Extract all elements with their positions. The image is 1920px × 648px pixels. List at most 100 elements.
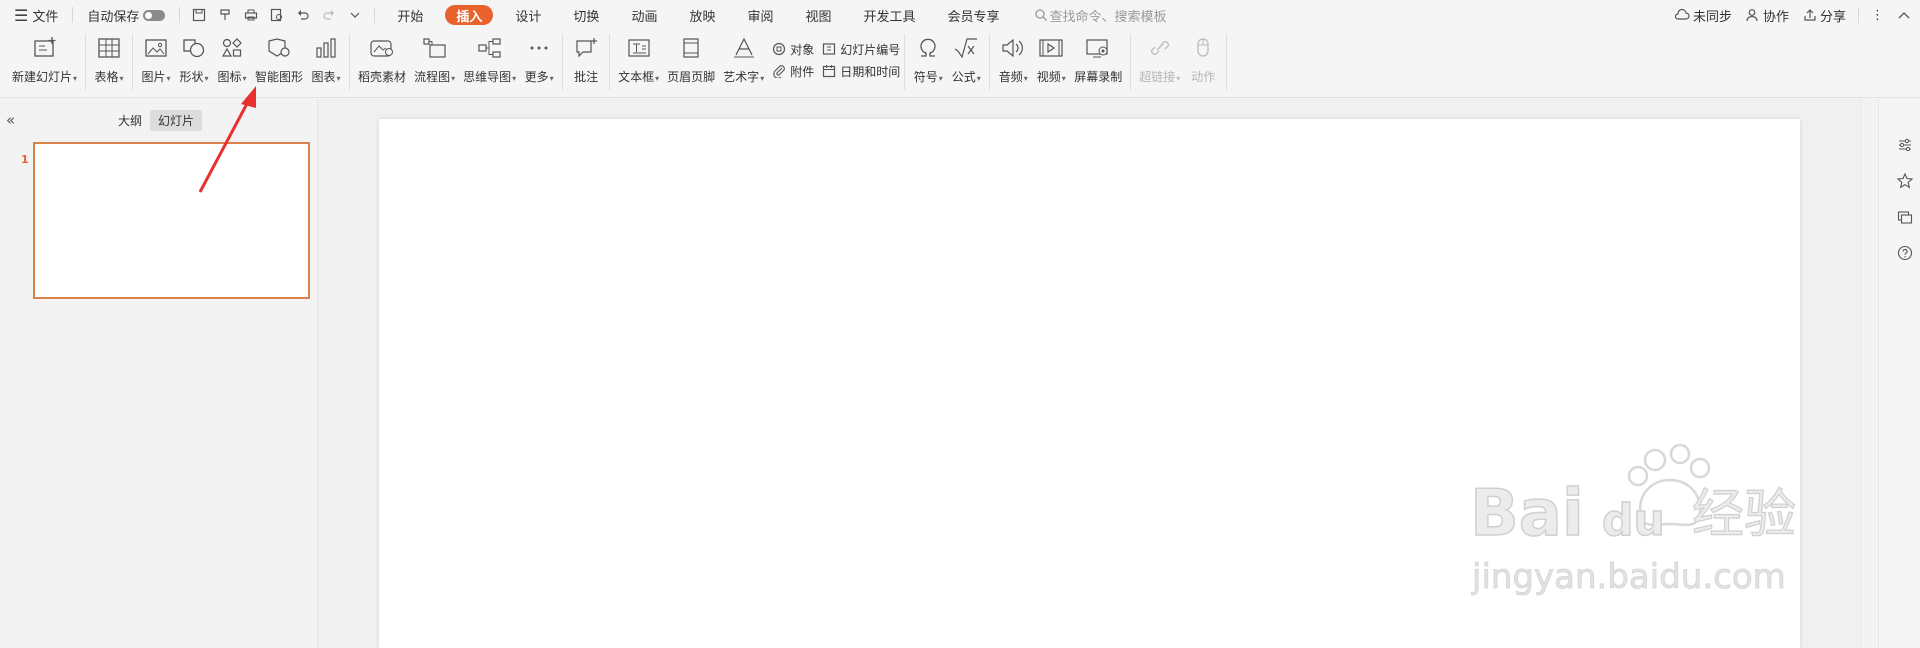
screen-record-label: 屏幕录制 xyxy=(1074,70,1123,84)
collapse-panel-icon[interactable]: « xyxy=(6,111,15,129)
mouse-icon xyxy=(1188,34,1218,62)
screen-record-button[interactable]: 屏幕录制 xyxy=(1070,30,1126,92)
more-dots-icon xyxy=(524,34,554,62)
smartart-label: 智能图形 xyxy=(255,70,304,84)
divider xyxy=(72,7,74,23)
flowchart-label: 流程图 xyxy=(414,70,451,84)
new-slide-button[interactable]: 新建幻灯片▾ xyxy=(8,30,81,92)
formula-label: 公式 xyxy=(951,70,976,84)
tab-animation[interactable]: 动画 xyxy=(621,0,667,30)
more-options-icon[interactable]: ⋮ xyxy=(1871,8,1884,23)
object-label: 对象 xyxy=(790,42,815,57)
shape-button[interactable]: 形状▾ xyxy=(175,30,213,92)
divider xyxy=(609,34,611,90)
table-icon xyxy=(94,34,124,62)
date-time-button[interactable]: 日期和时间 xyxy=(822,60,900,82)
chart-button[interactable]: 图表▾ xyxy=(307,30,345,92)
cloud-icon xyxy=(1674,8,1690,20)
table-button[interactable]: 表格▾ xyxy=(90,30,128,92)
speaker-icon xyxy=(998,34,1028,62)
link-icon xyxy=(1145,34,1175,62)
command-search[interactable]: 查找命令、搜索模板 xyxy=(1034,6,1167,25)
action-label: 动作 xyxy=(1191,70,1216,84)
symbol-button[interactable]: 符号▾ xyxy=(909,30,947,92)
header-footer-button[interactable]: 页眉页脚 xyxy=(663,30,719,92)
slide-number-button[interactable]: 幻灯片编号 xyxy=(822,38,900,60)
video-button[interactable]: 视频▾ xyxy=(1032,30,1070,92)
shape-icon xyxy=(179,34,209,62)
hamburger-icon: ☰ xyxy=(14,5,29,25)
chart-label: 图表 xyxy=(311,70,336,84)
share-icon xyxy=(1804,9,1816,21)
icon-library-label: 图标 xyxy=(217,70,242,84)
formula-button[interactable]: 公式▾ xyxy=(947,30,985,92)
collab-button[interactable]: 协作 xyxy=(1746,6,1789,25)
smartart-button[interactable]: 智能图形 xyxy=(251,30,307,92)
tab-outline[interactable]: 大纲 xyxy=(110,110,150,131)
picture-icon xyxy=(141,34,171,62)
editing-canvas xyxy=(319,99,1859,648)
more-button[interactable]: 更多▾ xyxy=(520,30,558,92)
collapse-ribbon-icon[interactable] xyxy=(1898,11,1910,19)
undo-icon[interactable] xyxy=(295,7,311,23)
flowchart-button[interactable]: 流程图▾ xyxy=(410,30,459,92)
smartart-icon xyxy=(264,34,294,62)
autosave-toggle[interactable]: 自动保存 xyxy=(79,0,173,30)
customize-toolbar-icon[interactable] xyxy=(347,7,363,23)
share-button[interactable]: 分享 xyxy=(1803,6,1846,25)
mindmap-icon xyxy=(475,34,505,62)
tab-transition[interactable]: 切换 xyxy=(563,0,609,30)
search-icon xyxy=(1034,9,1047,21)
material-button[interactable]: 稻壳素材 xyxy=(354,30,410,92)
mindmap-button[interactable]: 思维导图▾ xyxy=(459,30,520,92)
tab-developer[interactable]: 开发工具 xyxy=(854,0,926,30)
material-label: 稻壳素材 xyxy=(358,70,407,84)
object-button[interactable]: 对象 xyxy=(772,38,814,60)
help-icon[interactable] xyxy=(1895,243,1915,263)
hyperlink-button[interactable]: 超链接▾ xyxy=(1135,30,1184,92)
new-slide-label: 新建幻灯片 xyxy=(12,70,73,84)
redo-icon[interactable] xyxy=(321,7,337,23)
save-icon[interactable] xyxy=(191,7,207,23)
format-painter-icon[interactable] xyxy=(217,7,233,23)
divider xyxy=(904,34,906,90)
slide-number-label: 幻灯片编号 xyxy=(840,42,901,57)
print-icon[interactable] xyxy=(243,7,259,23)
symbol-label: 符号 xyxy=(913,70,938,84)
wordart-button[interactable]: 艺术字▾ xyxy=(719,30,768,92)
tab-insert[interactable]: 插入 xyxy=(445,5,494,25)
divider xyxy=(1226,34,1228,90)
video-label: 视频 xyxy=(1036,70,1061,84)
slide-canvas[interactable] xyxy=(379,119,1800,648)
transition-pane-icon[interactable] xyxy=(1895,207,1915,227)
sync-button[interactable]: 未同步 xyxy=(1674,6,1732,25)
tab-design[interactable]: 设计 xyxy=(505,0,551,30)
vertical-scrollbar[interactable] xyxy=(1861,99,1879,648)
textbox-button[interactable]: 文本框▾ xyxy=(614,30,663,92)
tab-slides[interactable]: 幻灯片 xyxy=(150,110,203,131)
object-icon xyxy=(773,42,786,56)
comment-label: 批注 xyxy=(574,70,599,84)
slide-number: 1 xyxy=(21,153,29,166)
sync-label: 未同步 xyxy=(1692,9,1732,25)
icon-library-button[interactable]: 图标▾ xyxy=(213,30,251,92)
action-button[interactable]: 动作 xyxy=(1184,30,1222,92)
slide-panel: « 大纲 幻灯片 1 xyxy=(0,99,318,648)
file-menu-label: 文件 xyxy=(32,9,59,25)
slide-number-date-group: 幻灯片编号 日期和时间 xyxy=(822,30,900,92)
tab-member[interactable]: 会员专享 xyxy=(938,0,1010,30)
attachment-button[interactable]: 附件 xyxy=(772,60,814,82)
slide-thumbnail[interactable] xyxy=(33,142,310,299)
picture-button[interactable]: 图片▾ xyxy=(137,30,175,92)
tab-slideshow[interactable]: 放映 xyxy=(679,0,725,30)
tab-view[interactable]: 视图 xyxy=(795,0,841,30)
file-menu[interactable]: ☰ 文件 xyxy=(0,0,66,30)
tab-review[interactable]: 审阅 xyxy=(737,0,783,30)
properties-icon[interactable] xyxy=(1895,135,1915,155)
animation-pane-icon[interactable] xyxy=(1895,171,1915,191)
textbox-icon xyxy=(624,34,654,62)
comment-button[interactable]: 批注 xyxy=(567,30,605,92)
audio-button[interactable]: 音频▾ xyxy=(994,30,1032,92)
tab-home[interactable]: 开始 xyxy=(387,0,433,30)
print-preview-icon[interactable] xyxy=(269,7,285,23)
